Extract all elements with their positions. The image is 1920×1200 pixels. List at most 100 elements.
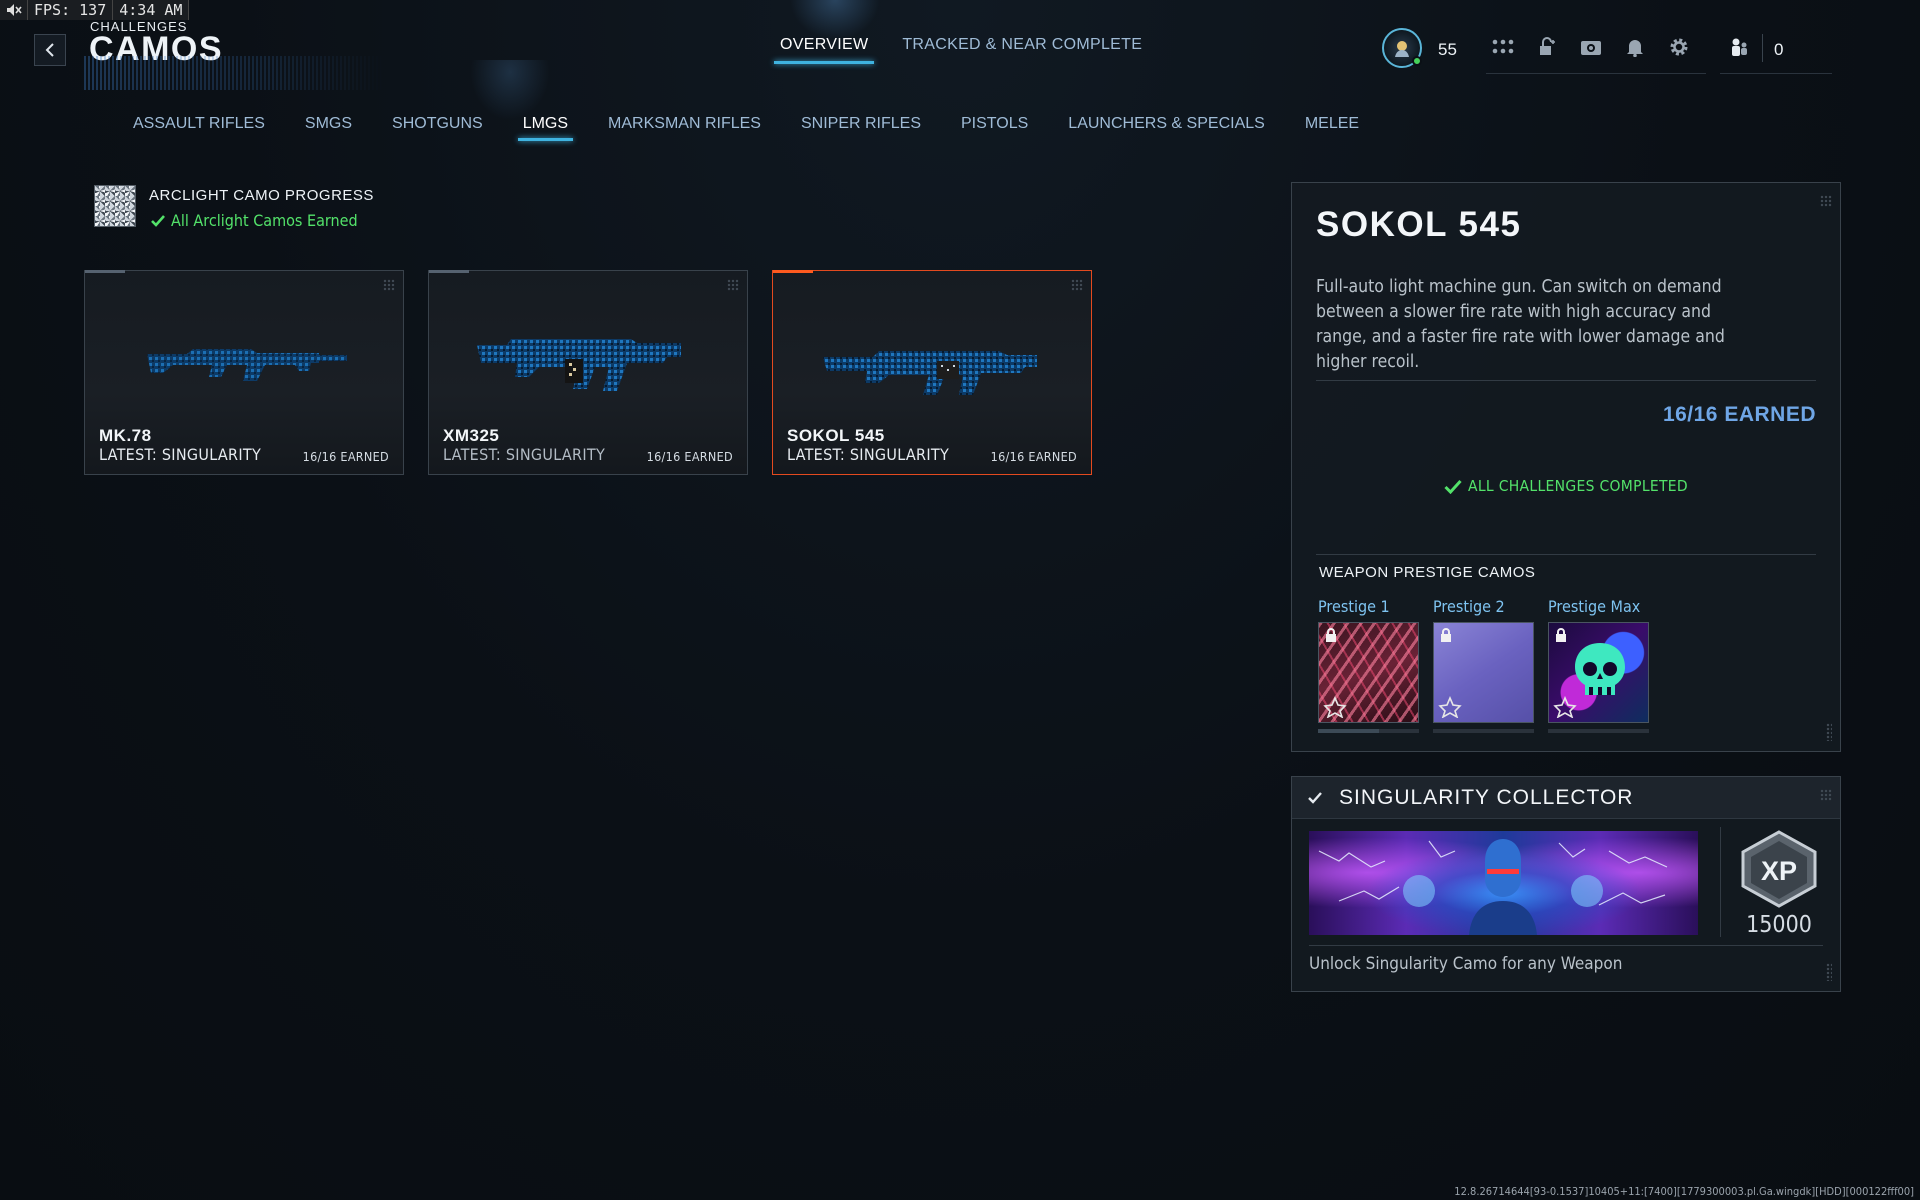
unlock-icon[interactable] [1536, 36, 1558, 58]
party-separator [1762, 34, 1763, 62]
prestige-progress-bar [1318, 729, 1419, 733]
grid-dots-icon [383, 279, 395, 291]
tab-marksman-rifles[interactable]: MARKSMAN RIFLES [608, 115, 761, 141]
grid-dots-icon [1071, 279, 1083, 291]
player-emblem[interactable] [1382, 28, 1422, 68]
arclight-progress-title: ARCLIGHT CAMO PROGRESS [149, 187, 374, 204]
prestige-label: Prestige 1 [1318, 597, 1390, 616]
fps-overlay: FPS: 137 4:34 AM [0, 0, 190, 20]
lock-icon [1556, 628, 1566, 642]
emblem-icon [1395, 41, 1409, 57]
prestige-progress-bar [1548, 729, 1649, 733]
prestige-camo-tile [1433, 622, 1534, 723]
weapon-card-mk78[interactable]: MK.78 LATEST: SINGULARITY 16/16 EARNED [84, 270, 404, 475]
chevron-left-icon [45, 43, 54, 57]
divider [1316, 554, 1816, 555]
tab-sniper-rifles[interactable]: SNIPER RIFLES [801, 115, 921, 141]
singularity-camo-banner [1309, 831, 1698, 935]
lock-icon [1441, 628, 1451, 642]
prestige-label: Prestige Max [1548, 597, 1641, 616]
singularity-figure-image [1318, 839, 1668, 935]
arclight-camo-thumbnail [94, 185, 136, 227]
detail-weapon-title: SOKOL 545 [1316, 205, 1522, 244]
detail-weapon-description: Full-auto light machine gun. Can switch … [1316, 277, 1725, 372]
check-icon [1308, 792, 1322, 804]
tab-launchers-specials[interactable]: LAUNCHERS & SPECIALS [1068, 115, 1265, 141]
weapon-card-xm325[interactable]: XM325 LATEST: SINGULARITY 16/16 EARNED [428, 270, 748, 475]
gear-icon[interactable] [1668, 36, 1690, 58]
category-glow [470, 60, 550, 120]
tab-melee[interactable]: MELEE [1305, 115, 1359, 141]
prestige-camo-1[interactable]: Prestige 1 [1318, 597, 1419, 733]
camera-icon[interactable] [1580, 36, 1602, 58]
title-decoration [84, 56, 384, 90]
arclight-status: All Arclight Camos Earned [151, 211, 358, 230]
prestige-badge-icon [1553, 696, 1577, 718]
grid-dots-icon [727, 279, 739, 291]
card-tab-marker [85, 270, 125, 273]
weapon-earned-count: 16/16 EARNED [302, 449, 389, 464]
weapon-name: SOKOL 545 [787, 426, 885, 445]
bell-icon[interactable] [1624, 36, 1646, 58]
tab-glow [790, 0, 880, 40]
party-count: 0 [1774, 40, 1784, 59]
prestige-camo-max[interactable]: Prestige Max [1548, 597, 1649, 733]
tab-lmgs[interactable]: LMGS [517, 115, 574, 141]
challenges-complete-text: ALL CHALLENGES COMPLETED [1468, 477, 1688, 495]
tab-pistols[interactable]: PISTOLS [961, 115, 1028, 141]
check-icon [1444, 479, 1462, 494]
prestige-camo-tile [1548, 622, 1649, 723]
weapon-latest-camo: LATEST: SINGULARITY [443, 445, 606, 464]
player-level: 55 [1438, 40, 1457, 59]
card-tab-marker [773, 270, 813, 273]
xp-label: XP [1761, 856, 1797, 886]
collector-header: SINGULARITY COLLECTOR [1292, 777, 1840, 819]
tab-assault-rifles[interactable]: ASSAULT RIFLES [133, 115, 265, 141]
tab-tracked-near-complete[interactable]: TRACKED & NEAR COMPLETE [902, 36, 1142, 64]
divider [1720, 827, 1721, 937]
prestige-label: Prestige 2 [1433, 597, 1505, 616]
party-icon[interactable] [1728, 37, 1750, 59]
weapon-latest-camo: LATEST: SINGULARITY [787, 445, 950, 464]
header-icons [1492, 36, 1690, 58]
apps-grid-icon[interactable] [1492, 36, 1514, 58]
grid-dots-icon [1820, 789, 1832, 801]
weapon-card-sokol-545[interactable]: SOKOL 545 LATEST: SINGULARITY 16/16 EARN… [772, 270, 1092, 475]
weapon-image [477, 339, 681, 391]
clock: 4:34 AM [113, 0, 190, 20]
weapon-earned-count: 16/16 EARNED [646, 449, 733, 464]
weapon-earned-count: 16/16 EARNED [990, 449, 1077, 464]
mute-icon [0, 0, 28, 20]
card-tab-marker [429, 270, 469, 273]
prestige-badge-icon [1323, 696, 1347, 718]
prestige-camo-2[interactable]: Prestige 2 [1433, 597, 1534, 733]
xp-reward-value: 15000 [1746, 912, 1812, 938]
weapon-image [823, 351, 1037, 395]
resize-dots-icon [1826, 723, 1832, 741]
back-button[interactable] [34, 34, 66, 66]
check-icon [151, 214, 165, 227]
collector-description: Unlock Singularity Camo for any Weapon [1309, 954, 1623, 974]
tab-shotguns[interactable]: SHOTGUNS [392, 115, 483, 141]
build-version: 12.8.26714644[93-0.1537]10405+11:[7400][… [1454, 1185, 1914, 1198]
prestige-badge-icon [1438, 696, 1462, 718]
tab-overview[interactable]: OVERVIEW [773, 36, 875, 64]
fps-counter: FPS: 137 [28, 0, 114, 20]
arclight-status-text: All Arclight Camos Earned [171, 211, 358, 230]
party-divider [1720, 73, 1832, 74]
resize-dots-icon [1826, 963, 1832, 981]
xp-reward-icon: XP [1741, 830, 1817, 908]
weapon-detail-panel: SOKOL 545 Full-auto light machine gun. C… [1291, 182, 1841, 752]
singularity-collector-panel: SINGULARITY COLLECTOR XP 15000 Unlock Si… [1291, 776, 1841, 992]
weapon-name: MK.78 [99, 426, 152, 445]
collector-title: SINGULARITY COLLECTOR [1339, 786, 1634, 809]
divider [1316, 380, 1816, 381]
prestige-camos-title: WEAPON PRESTIGE CAMOS [1319, 564, 1536, 581]
skull-icon [1575, 643, 1625, 695]
weapon-name: XM325 [443, 426, 500, 445]
top-tabs: OVERVIEW TRACKED & NEAR COMPLETE [773, 36, 1142, 64]
detail-earned-count: 16/16 EARNED [1662, 403, 1816, 426]
tab-smgs[interactable]: SMGS [305, 115, 352, 141]
divider [1309, 945, 1823, 946]
weapon-latest-camo: LATEST: SINGULARITY [99, 445, 262, 464]
